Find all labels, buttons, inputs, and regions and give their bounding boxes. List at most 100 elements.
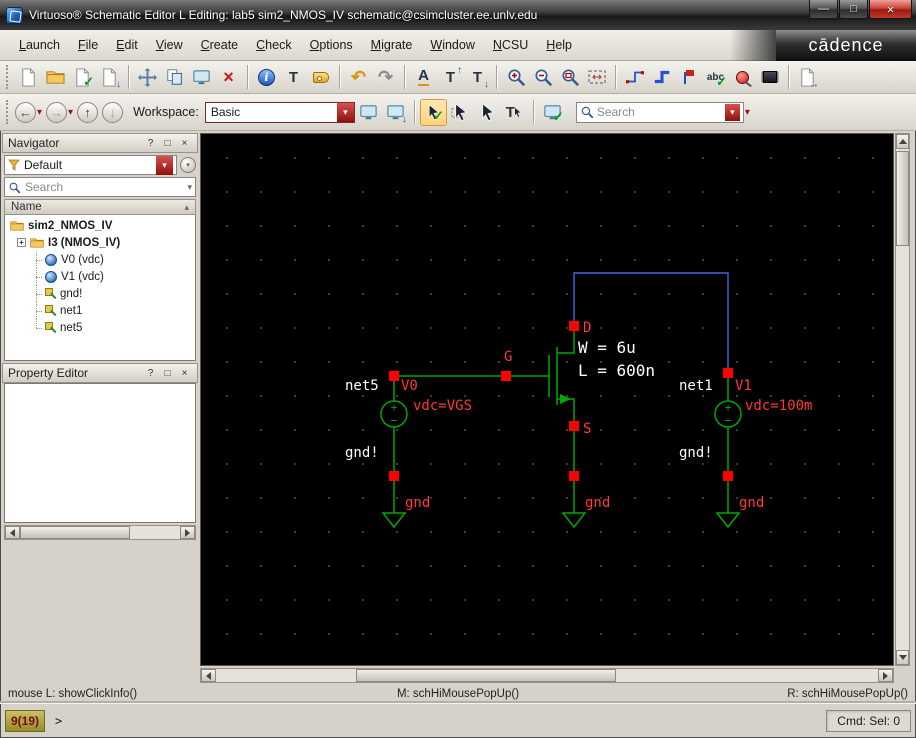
label-gate[interactable]: G — [504, 349, 512, 365]
full-select-button[interactable] — [474, 99, 501, 126]
forward-button[interactable]: → — [46, 101, 68, 123]
scrollbar-thumb[interactable] — [896, 151, 909, 246]
label-v1-name[interactable]: V1 — [735, 378, 752, 394]
zoom-to-fit-button[interactable] — [556, 64, 583, 91]
create-instance-button[interactable] — [756, 64, 783, 91]
open-button[interactable] — [42, 64, 69, 91]
label-source[interactable]: S — [583, 421, 591, 437]
property-editor-header[interactable]: Property Editor ? □ × — [2, 363, 198, 383]
menu-file[interactable]: File — [69, 34, 107, 56]
toolbar-grip[interactable] — [6, 100, 9, 124]
redo-button[interactable]: ↷ — [372, 64, 399, 91]
tree-item-sim2-nmos-iv[interactable]: sim2_NMOS_IV — [5, 217, 195, 234]
label-v1-value[interactable]: vdc=100m — [745, 398, 812, 414]
pin-gnd-right[interactable] — [723, 471, 733, 481]
tree-item-v1[interactable]: V1 (vdc) — [5, 268, 195, 285]
canvas-vscrollbar[interactable] — [895, 133, 910, 666]
left-panel-hscrollbar[interactable] — [4, 525, 196, 540]
create-note-button[interactable] — [307, 64, 334, 91]
property-editor-close-button[interactable]: × — [177, 366, 192, 381]
menu-edit[interactable]: Edit — [107, 34, 147, 56]
tree-item-i3-nmos-iv[interactable]: + I3 (NMOS_IV) — [5, 234, 195, 251]
tree-item-v0[interactable]: V0 (vdc) — [5, 251, 195, 268]
menu-view[interactable]: View — [147, 34, 192, 56]
search-caret-icon[interactable]: ▾ — [187, 182, 192, 193]
scroll-down-button[interactable] — [896, 650, 909, 665]
move-button[interactable] — [134, 64, 161, 91]
create-wire-button[interactable] — [621, 64, 648, 91]
navigator-help-button[interactable]: ? — [143, 136, 158, 151]
label-device-width[interactable]: W = 6u — [578, 338, 636, 357]
tree-column-header[interactable]: Name ▴ — [4, 199, 196, 215]
tree-item-net5[interactable]: net5 — [5, 319, 195, 336]
pin-net1[interactable] — [723, 368, 733, 378]
navigator-config-button[interactable]: ▾ — [180, 157, 196, 173]
navigator-filter-select[interactable]: Default ▾ — [4, 155, 177, 175]
label-gnd-pin-mid[interactable]: gnd — [585, 495, 610, 511]
workspace-caret-icon[interactable]: ▾ — [336, 102, 354, 122]
menu-create[interactable]: Create — [192, 34, 248, 56]
wire-drain-to-v1[interactable] — [573, 272, 729, 373]
navigator-header[interactable]: Navigator ? □ × — [2, 133, 198, 153]
scroll-right-button[interactable] — [180, 526, 195, 539]
text-select-button[interactable]: T — [501, 99, 528, 126]
scroll-left-button[interactable] — [5, 526, 20, 539]
check-and-save-button[interactable]: ✓ — [69, 64, 96, 91]
save-workspace-button[interactable] — [355, 99, 382, 126]
create-wire-name-button[interactable] — [675, 64, 702, 91]
single-select-button[interactable]: ✓ — [419, 98, 447, 126]
stretch-button[interactable] — [188, 64, 215, 91]
partial-select-button[interactable] — [447, 99, 474, 126]
label-gnd-left[interactable]: gnd! — [345, 445, 379, 461]
zoom-in-button[interactable] — [502, 64, 529, 91]
navigator-float-button[interactable]: □ — [160, 136, 175, 151]
properties-button[interactable]: i — [253, 64, 280, 91]
save-button[interactable]: ↓ — [96, 64, 123, 91]
create-bus-button[interactable] — [648, 64, 675, 91]
text-down-button[interactable]: T ↓ — [464, 64, 491, 91]
scroll-up-button[interactable] — [896, 134, 909, 149]
pin-drain[interactable] — [569, 321, 579, 331]
ciw-input[interactable]: > — [45, 710, 826, 732]
menu-migrate[interactable]: Migrate — [362, 34, 422, 56]
label-gnd-right[interactable]: gnd! — [679, 445, 713, 461]
minimize-button[interactable]: — — [809, 0, 838, 19]
toolbar-grip[interactable] — [6, 65, 9, 89]
delete-button[interactable]: × — [215, 64, 242, 91]
edit-labels-button[interactable]: T — [280, 64, 307, 91]
tree-item-net1[interactable]: net1 — [5, 302, 195, 319]
gnd-symbol-mid[interactable] — [561, 512, 587, 529]
menu-help[interactable]: Help — [537, 34, 581, 56]
create-pin-button[interactable] — [729, 64, 756, 91]
schematic-canvas-area[interactable]: + − + − G D S V0 vdc=VGS V1 vdc=100m gnd… — [200, 133, 894, 666]
filter-caret-icon[interactable]: ▾ — [156, 155, 173, 175]
pin-gnd-mid[interactable] — [569, 471, 579, 481]
menu-check[interactable]: Check — [247, 34, 300, 56]
text-up-button[interactable]: T ↑ — [437, 64, 464, 91]
zoom-out-button[interactable] — [529, 64, 556, 91]
navigator-close-button[interactable]: × — [177, 136, 192, 151]
toolbar-search-input[interactable]: Search ▾ — [575, 101, 744, 123]
label-gnd-pin-right[interactable]: gnd — [739, 495, 764, 511]
close-button[interactable]: × — [869, 0, 912, 19]
pin-net5[interactable] — [389, 371, 399, 381]
forward-history-dropdown[interactable]: ▾ — [68, 107, 73, 118]
gnd-symbol-left[interactable] — [381, 512, 407, 529]
edit-in-place-button[interactable]: A — [410, 64, 437, 91]
copy-button[interactable] — [161, 64, 188, 91]
expander-icon[interactable]: + — [17, 238, 26, 247]
menu-launch[interactable]: Launch — [10, 34, 69, 56]
scrollbar-thumb[interactable] — [20, 526, 130, 539]
tree-item-gnd[interactable]: gnd! — [5, 285, 195, 302]
label-v0-name[interactable]: V0 — [401, 378, 418, 394]
scroll-left-button[interactable] — [201, 669, 216, 682]
back-history-dropdown[interactable]: ▾ — [37, 107, 42, 118]
pin-gnd-left[interactable] — [389, 471, 399, 481]
navigator-search-input[interactable]: Search ▾ — [4, 177, 196, 197]
revert-workspace-button[interactable]: ↓ — [382, 99, 409, 126]
scroll-right-button[interactable] — [878, 669, 893, 682]
new-button[interactable] — [15, 64, 42, 91]
search-caret-icon[interactable]: ▾ — [724, 103, 740, 121]
pin-source[interactable] — [569, 421, 579, 431]
label-v0-value[interactable]: vdc=VGS — [413, 398, 472, 414]
